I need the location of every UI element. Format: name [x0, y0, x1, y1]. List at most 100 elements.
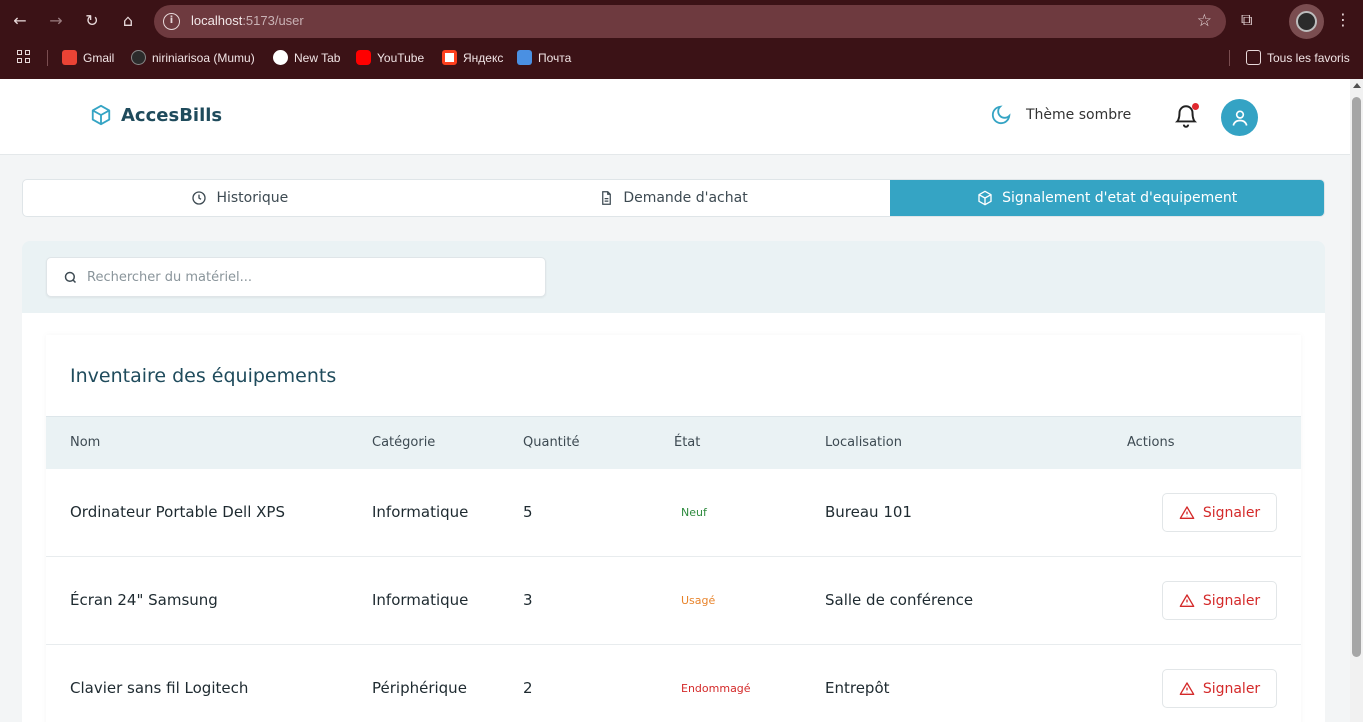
url-host: localhost: [191, 13, 243, 28]
signaler-label: Signaler: [1202, 592, 1261, 609]
tab-label: Demande d'achat: [623, 190, 748, 206]
document-icon: [602, 191, 612, 205]
package-icon: [91, 104, 111, 126]
warning-icon: [1179, 681, 1195, 695]
user-icon: [1232, 110, 1247, 126]
table-header: Nom Catégorie Quantité État Localisation…: [46, 416, 1301, 469]
brand-name: AccesBills: [121, 104, 223, 126]
user-avatar-button[interactable]: [1221, 99, 1258, 136]
forward-arrow-icon[interactable]: →: [45, 10, 67, 32]
column-header-categorie: Catégorie: [372, 435, 436, 450]
column-header-nom: Nom: [70, 435, 101, 450]
cell-localisation: Salle de conférence: [825, 591, 974, 609]
signaler-label: Signaler: [1202, 504, 1261, 521]
package-icon: [978, 190, 992, 206]
browser-menu-icon[interactable]: ⋮: [1335, 10, 1351, 29]
inventory-table: Nom Catégorie Quantité État Localisation…: [46, 416, 1301, 722]
column-header-actions: Actions: [1127, 435, 1175, 450]
mail-icon: [517, 50, 532, 65]
search-input[interactable]: [87, 258, 527, 296]
github-icon: [131, 50, 146, 65]
table-row: Ordinateur Portable Dell XPS Informatiqu…: [46, 469, 1301, 557]
profile-avatar[interactable]: [1289, 4, 1324, 39]
cell-quantite: 3: [523, 591, 533, 609]
bookmarks-bar: Gmail niriniarisoa (Mumu) New Tab YouTub…: [0, 44, 1363, 72]
status-badge: Endommagé: [681, 682, 751, 695]
url-text[interactable]: localhost:5173/user: [191, 13, 304, 28]
bookmark-label: Яндекс: [463, 51, 504, 65]
tab-demande-achat[interactable]: Demande d'achat: [457, 180, 891, 216]
bookmark-label: New Tab: [294, 51, 341, 65]
theme-toggle-button[interactable]: Thème sombre: [990, 104, 1131, 126]
profile-picture: [1296, 11, 1317, 32]
all-bookmarks[interactable]: Tous les favoris: [1246, 50, 1350, 65]
table-row: Écran 24" Samsung Informatique 3 Usagé S…: [46, 557, 1301, 645]
tab-signalement[interactable]: Signalement d'etat d'equipement: [890, 180, 1324, 216]
bookmark-label: Tous les favoris: [1267, 51, 1350, 65]
bookmark-label: YouTube: [377, 51, 425, 65]
bookmark-new-tab[interactable]: New Tab: [273, 50, 340, 65]
warning-icon: [1179, 593, 1195, 607]
page-scrollbar[interactable]: [1350, 79, 1363, 722]
table-row: Clavier sans fil Logitech Périphérique 2…: [46, 645, 1301, 722]
bookmark-label: Gmail: [83, 51, 115, 65]
app-root: AccesBills Thème sombre Historique Deman…: [0, 79, 1350, 722]
address-bar[interactable]: i localhost:5173/user ☆: [154, 5, 1226, 38]
cell-categorie: Informatique: [372, 503, 469, 521]
moon-icon: [991, 105, 1011, 125]
tab-historique[interactable]: Historique: [23, 180, 457, 216]
status-badge: Usagé: [681, 594, 716, 607]
warning-icon: [1179, 505, 1195, 519]
bookmark-youtube[interactable]: YouTube: [356, 50, 424, 65]
search-icon: [64, 271, 77, 284]
status-badge: Neuf: [681, 506, 707, 519]
cell-localisation: Entrepôt: [825, 679, 890, 697]
youtube-icon: [356, 50, 371, 65]
site-info-icon[interactable]: i: [163, 13, 180, 30]
back-arrow-icon[interactable]: ←: [9, 10, 31, 32]
bookmark-label: Почта: [538, 51, 572, 65]
cell-categorie: Périphérique: [372, 679, 467, 697]
search-box[interactable]: [46, 257, 546, 297]
reload-icon[interactable]: ↻: [81, 10, 103, 32]
tab-label: Historique: [216, 190, 289, 206]
inventory-card: Inventaire des équipements Nom Catégorie…: [46, 335, 1301, 722]
bookmark-star-icon[interactable]: ☆: [1197, 11, 1212, 31]
theme-label: Thème sombre: [1026, 107, 1132, 123]
signaler-button[interactable]: Signaler: [1162, 581, 1277, 620]
clock-icon: [192, 191, 207, 205]
cell-nom: Clavier sans fil Logitech: [70, 679, 249, 697]
cell-localisation: Bureau 101: [825, 503, 912, 521]
extensions-icon[interactable]: ⧉: [1241, 10, 1252, 30]
bookmark-niriniarisoa[interactable]: niriniarisoa (Mumu): [131, 50, 255, 65]
bookmark-yandex[interactable]: Яндекс: [442, 50, 503, 65]
yandex-icon: [442, 50, 457, 65]
tab-bar: Historique Demande d'achat Signalement d…: [22, 179, 1325, 217]
column-header-quantite: Quantité: [523, 435, 580, 450]
gmail-icon: [62, 50, 77, 65]
bookmark-gmail[interactable]: Gmail: [62, 50, 114, 65]
column-header-etat: État: [674, 435, 701, 450]
bookmark-separator: [1229, 50, 1230, 66]
brand-logo[interactable]: AccesBills: [90, 104, 222, 126]
cell-nom: Ordinateur Portable Dell XPS: [70, 503, 285, 521]
signaler-button[interactable]: Signaler: [1162, 669, 1277, 708]
cell-quantite: 5: [523, 503, 533, 521]
tab-label: Signalement d'etat d'equipement: [1002, 190, 1238, 206]
cell-categorie: Informatique: [372, 591, 469, 609]
app-header: AccesBills Thème sombre: [0, 79, 1350, 155]
signaler-label: Signaler: [1202, 680, 1261, 697]
search-panel: [22, 241, 1325, 313]
content-area: Inventaire des équipements Nom Catégorie…: [22, 313, 1325, 722]
home-icon[interactable]: ⌂: [117, 10, 139, 32]
column-header-localisation: Localisation: [825, 435, 902, 450]
folder-icon: [1246, 50, 1261, 65]
cell-nom: Écran 24" Samsung: [70, 591, 218, 609]
bookmark-label: niriniarisoa (Mumu): [152, 51, 255, 65]
browser-chrome: ← → ↻ ⌂ i localhost:5173/user ☆ ⧉ ⋮ Gmai…: [0, 0, 1363, 79]
scroll-up-arrow-icon[interactable]: [1353, 83, 1361, 88]
scrollbar-thumb[interactable]: [1352, 97, 1361, 657]
globe-icon: [273, 50, 288, 65]
signaler-button[interactable]: Signaler: [1162, 493, 1277, 532]
bookmark-pochta[interactable]: Почта: [517, 50, 571, 65]
